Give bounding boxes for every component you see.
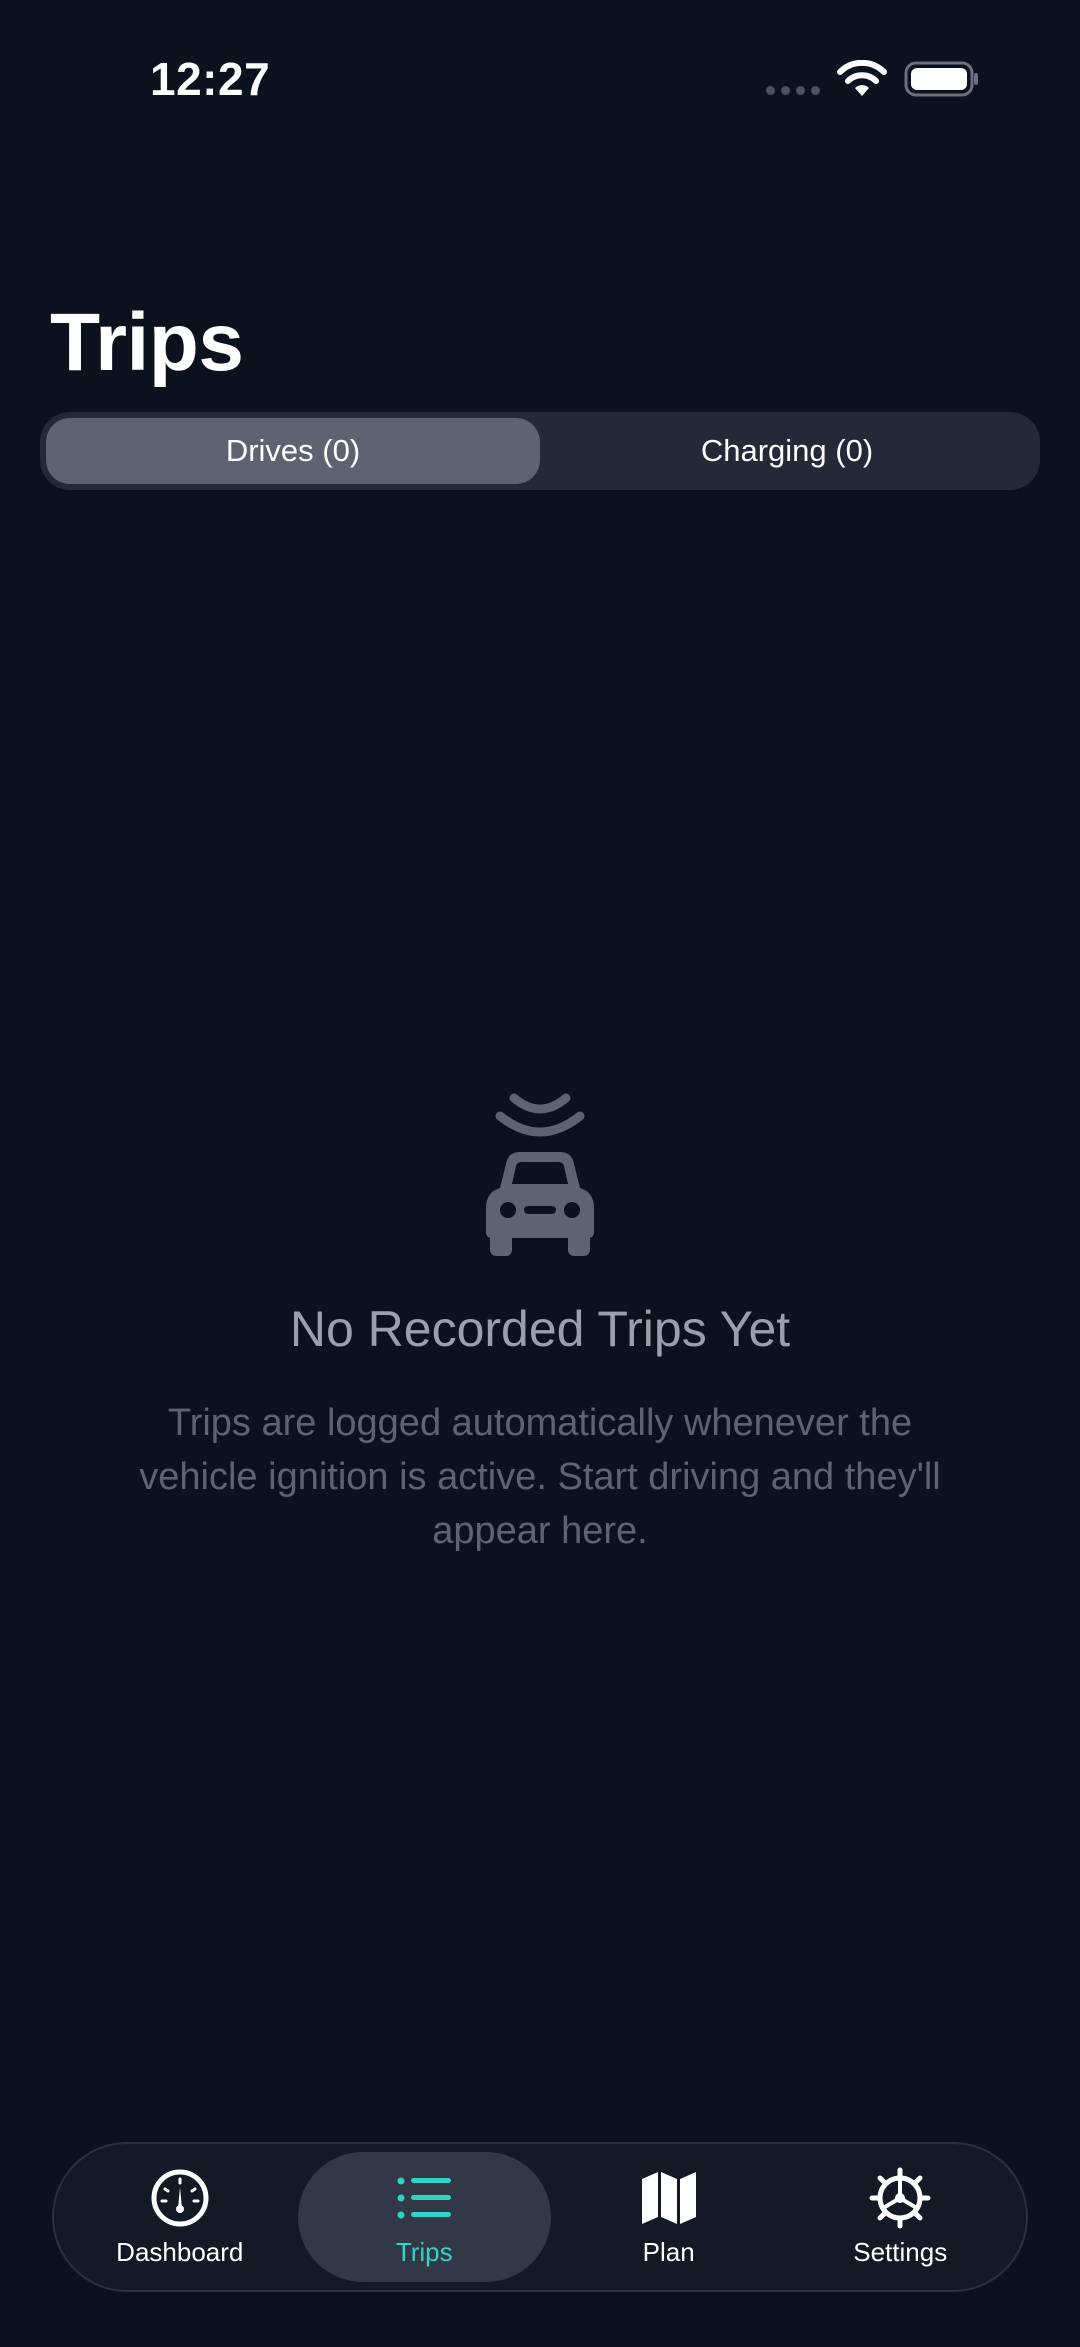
trips-segmented-control: Drives (0) Charging (0) bbox=[40, 412, 1040, 490]
empty-state-description: Trips are logged automatically whenever … bbox=[139, 1402, 941, 1552]
segment-charging[interactable]: Charging (0) bbox=[540, 418, 1034, 484]
tab-settings-label: Settings bbox=[853, 2236, 948, 2267]
car-signal-icon bbox=[486, 1093, 594, 1256]
tab-plan[interactable]: Plan bbox=[553, 2152, 785, 2282]
page-title: Trips bbox=[50, 297, 244, 388]
cellular-signal-icon bbox=[766, 86, 820, 95]
tab-dashboard-label: Dashboard bbox=[116, 2236, 244, 2267]
list-icon bbox=[397, 2177, 452, 2218]
tab-trips[interactable]: Trips bbox=[297, 2152, 551, 2282]
battery-icon bbox=[904, 61, 978, 97]
bottom-tab-bar: Dashboard Trips Plan Settings bbox=[52, 2142, 1028, 2292]
map-icon bbox=[641, 2171, 696, 2224]
segment-drives[interactable]: Drives (0) bbox=[46, 418, 540, 484]
status-bar: 12:27 bbox=[0, 0, 1080, 160]
tab-settings[interactable]: Settings bbox=[784, 2152, 1016, 2282]
speedometer-icon bbox=[151, 2169, 209, 2226]
tab-trips-label: Trips bbox=[395, 2236, 453, 2267]
wifi-icon bbox=[837, 60, 887, 96]
gear-icon bbox=[869, 2167, 931, 2228]
tab-dashboard[interactable]: Dashboard bbox=[64, 2152, 296, 2282]
empty-state-title: No Recorded Trips Yet bbox=[289, 1301, 791, 1357]
tab-plan-label: Plan bbox=[642, 2236, 695, 2267]
trips-screen: 12:27 Trips Drives (0) Charging (0) No R… bbox=[0, 0, 1080, 2347]
empty-state: No Recorded Trips Yet Trips are logged a… bbox=[0, 1080, 1080, 1558]
status-time: 12:27 bbox=[150, 53, 271, 105]
